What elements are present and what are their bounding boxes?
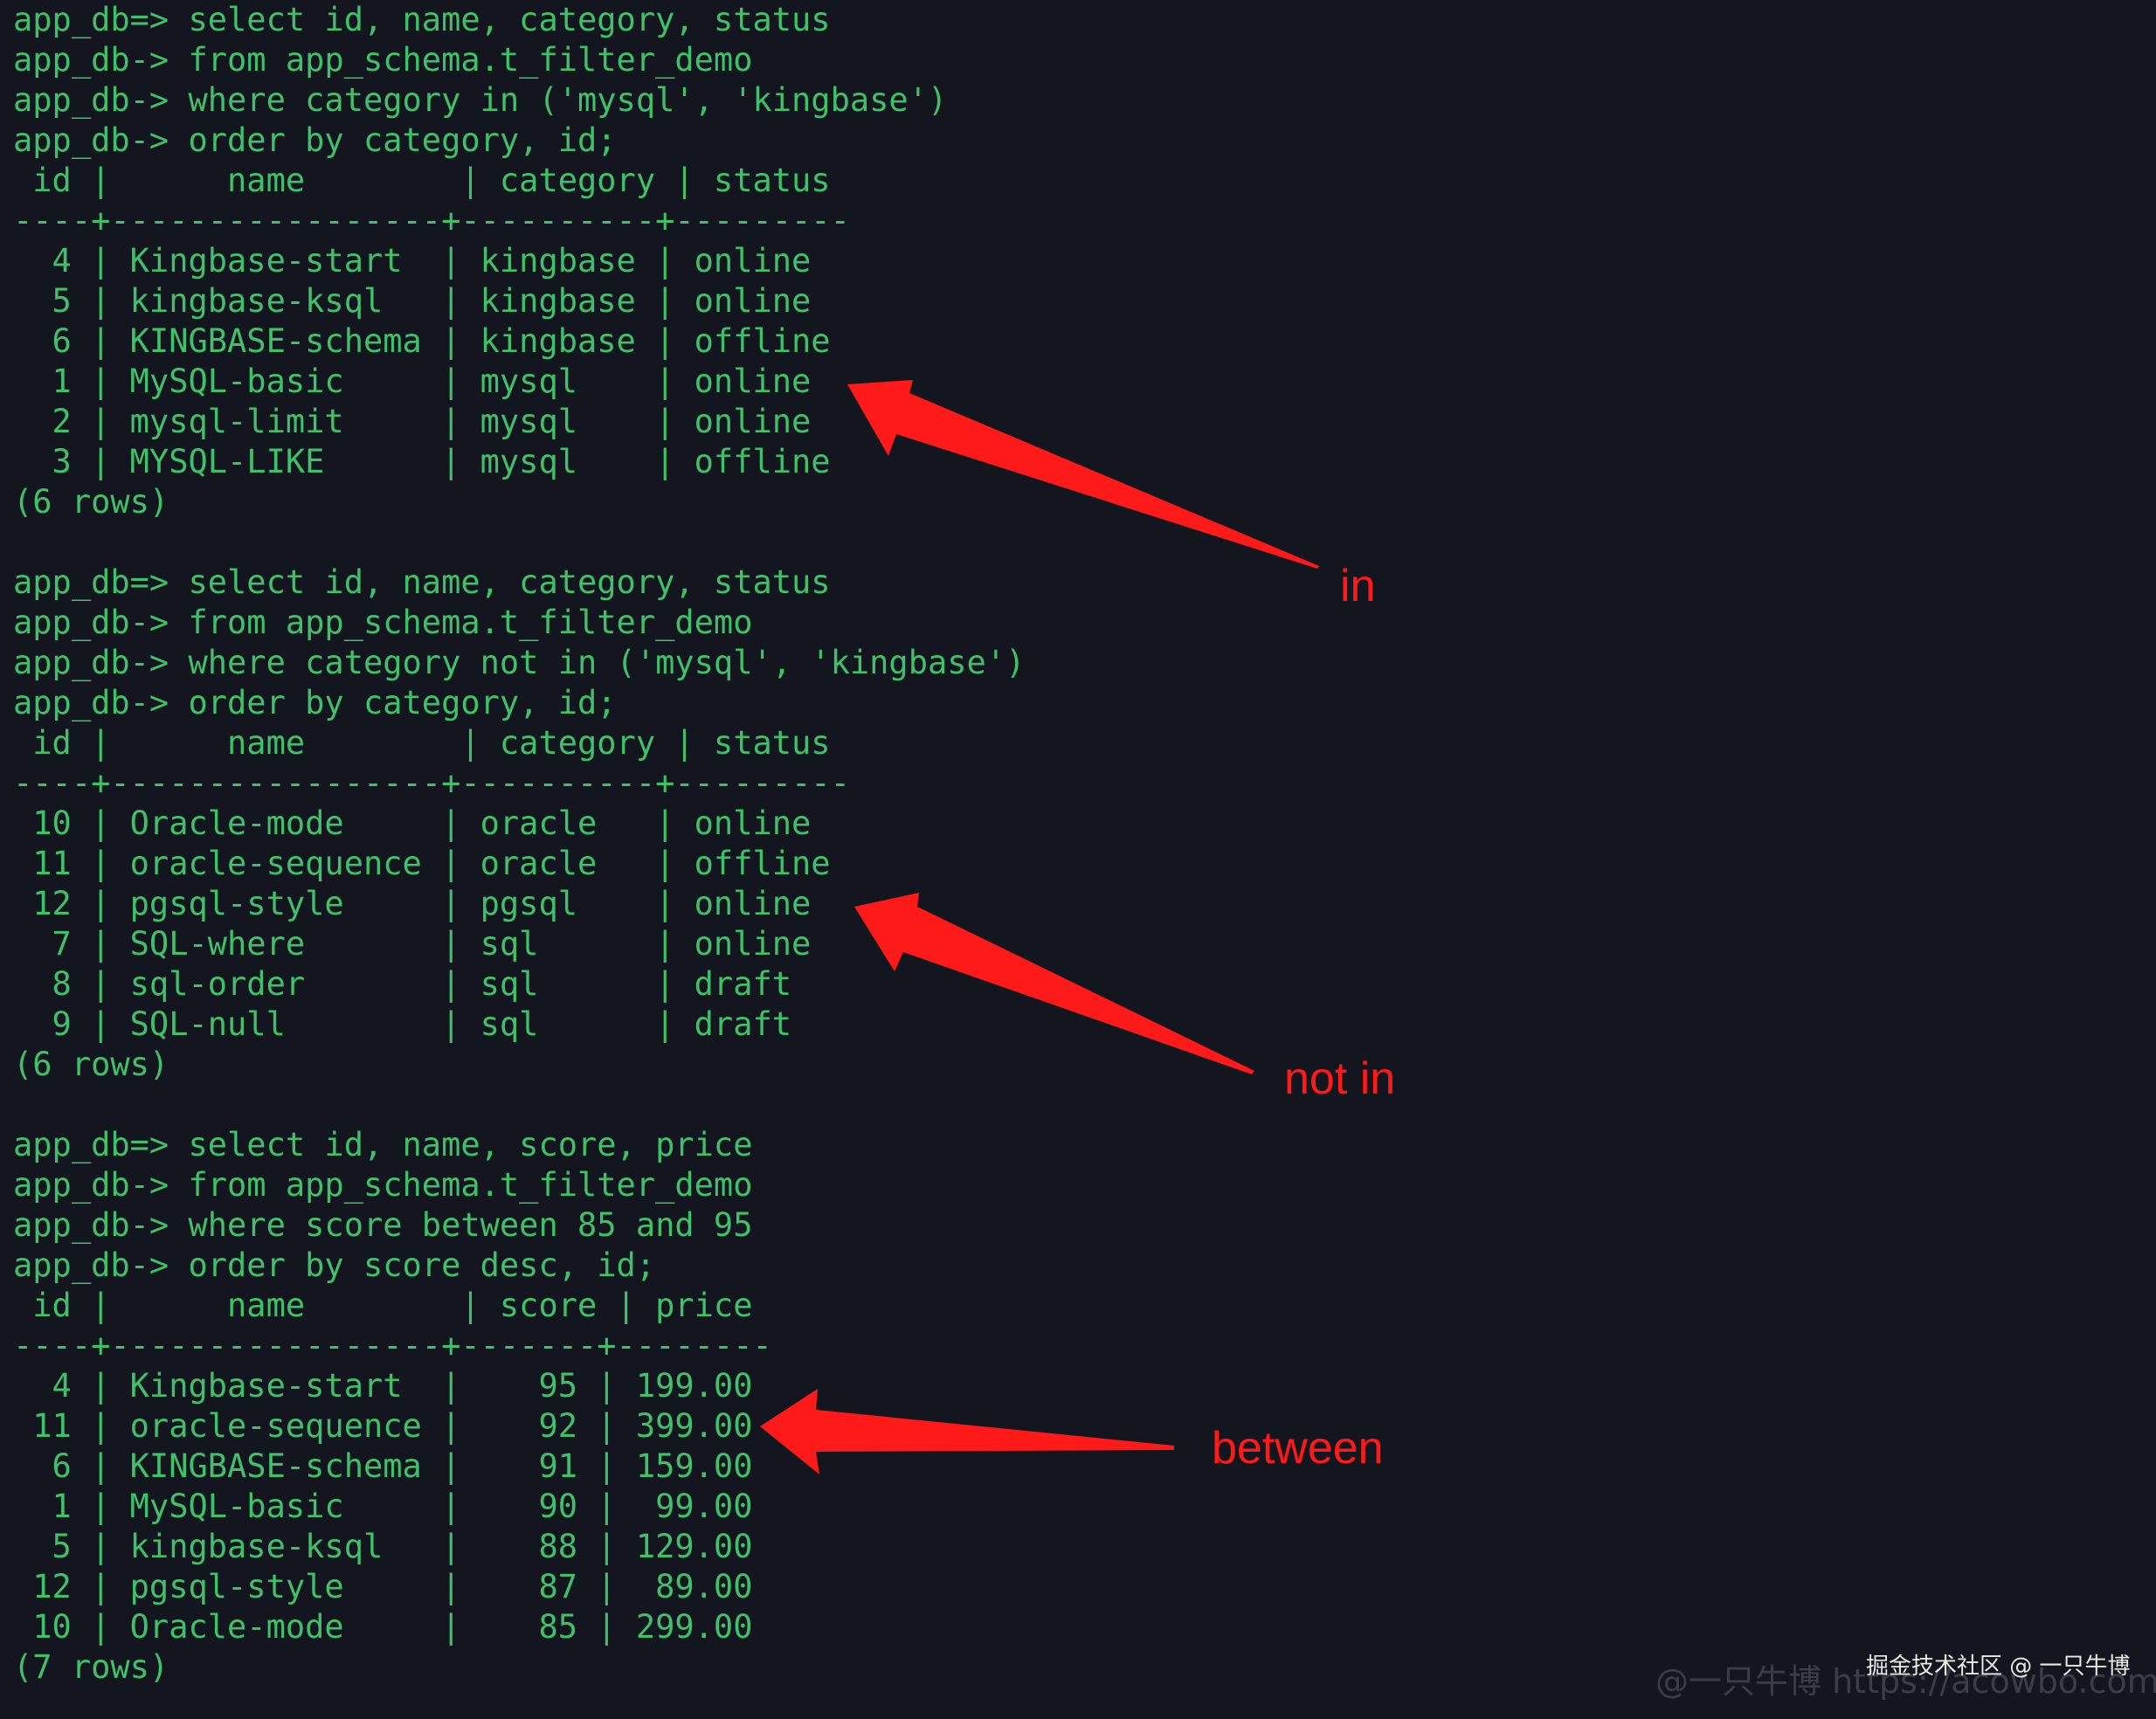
terminal-line: app_db-> from app_schema.t_filter_demo bbox=[13, 604, 753, 641]
terminal-line: 6 | KINGBASE-schema | 91 | 159.00 bbox=[13, 1447, 753, 1485]
terminal-line: id | name | category | status bbox=[13, 724, 831, 762]
terminal-line: (6 rows) bbox=[13, 483, 169, 521]
terminal-line: 11 | oracle-sequence | oracle | offline bbox=[13, 845, 831, 882]
terminal-window[interactable]: app_db=> select id, name, category, stat… bbox=[0, 0, 2156, 1719]
terminal-line: 10 | Oracle-mode | oracle | online bbox=[13, 804, 812, 842]
terminal-line: id | name | score | price bbox=[13, 1287, 753, 1324]
terminal-line: app_db-> order by category, id; bbox=[13, 121, 617, 159]
terminal-line: 2 | mysql-limit | mysql | online bbox=[13, 403, 812, 440]
terminal-line: app_db-> order by category, id; bbox=[13, 684, 617, 721]
terminal-line: 5 | kingbase-ksql | 88 | 129.00 bbox=[13, 1528, 753, 1565]
terminal-line: ----+-----------------+----------+------… bbox=[13, 764, 850, 802]
terminal-line: 1 | MySQL-basic | 90 | 99.00 bbox=[13, 1488, 753, 1525]
label-between: between bbox=[1212, 1423, 1384, 1474]
terminal-line: app_db-> where category in ('mysql', 'ki… bbox=[13, 81, 948, 119]
terminal-line: app_db-> where category not in ('mysql',… bbox=[13, 644, 1026, 681]
terminal-line: app_db-> order by score desc, id; bbox=[13, 1246, 656, 1284]
terminal-line: ----+-----------------+----------+------… bbox=[13, 202, 850, 239]
terminal-line: 4 | Kingbase-start | kingbase | online bbox=[13, 242, 812, 280]
terminal-line: 9 | SQL-null | sql | draft bbox=[13, 1005, 792, 1043]
terminal-line: app_db=> select id, name, score, price bbox=[13, 1126, 753, 1163]
watermark-faint: @一只牛博 https://acowbo.com bbox=[1655, 1662, 2156, 1701]
terminal-line: (6 rows) bbox=[13, 1046, 169, 1083]
terminal-line: 11 | oracle-sequence | 92 | 399.00 bbox=[13, 1407, 753, 1445]
terminal-line: ----+-----------------+-------+-------- bbox=[13, 1327, 772, 1364]
terminal-line: 7 | SQL-where | sql | online bbox=[13, 925, 812, 963]
terminal-line: 12 | pgsql-style | 87 | 89.00 bbox=[13, 1568, 753, 1605]
terminal-line: app_db-> from app_schema.t_filter_demo bbox=[13, 41, 753, 79]
terminal-line: app_db-> where score between 85 and 95 bbox=[13, 1206, 753, 1244]
terminal-line: app_db=> select id, name, category, stat… bbox=[13, 563, 831, 601]
terminal-line: app_db-> from app_schema.t_filter_demo bbox=[13, 1166, 753, 1204]
terminal-line: 10 | Oracle-mode | 85 | 299.00 bbox=[13, 1608, 753, 1646]
terminal-line: id | name | category | status bbox=[13, 162, 831, 199]
terminal-line: app_db=> select id, name, category, stat… bbox=[13, 1, 831, 38]
terminal-line: 6 | KINGBASE-schema | kingbase | offline bbox=[13, 322, 831, 360]
terminal-line: 3 | MYSQL-LIKE | mysql | offline bbox=[13, 443, 831, 480]
label-not-in: not in bbox=[1284, 1053, 1395, 1104]
watermark-main: 掘金技术社区 @ 一只牛博 bbox=[1866, 1653, 2131, 1680]
terminal-line: (7 rows) bbox=[13, 1648, 169, 1686]
label-in: in bbox=[1340, 561, 1375, 611]
terminal-line: 4 | Kingbase-start | 95 | 199.00 bbox=[13, 1367, 753, 1405]
terminal-line: 8 | sql-order | sql | draft bbox=[13, 965, 792, 1003]
terminal-line: 12 | pgsql-style | pgsql | online bbox=[13, 885, 812, 922]
terminal-output: app_db=> select id, name, category, stat… bbox=[13, 0, 1025, 1688]
terminal-line: 1 | MySQL-basic | mysql | online bbox=[13, 362, 812, 400]
terminal-line: 5 | kingbase-ksql | kingbase | online bbox=[13, 282, 812, 320]
